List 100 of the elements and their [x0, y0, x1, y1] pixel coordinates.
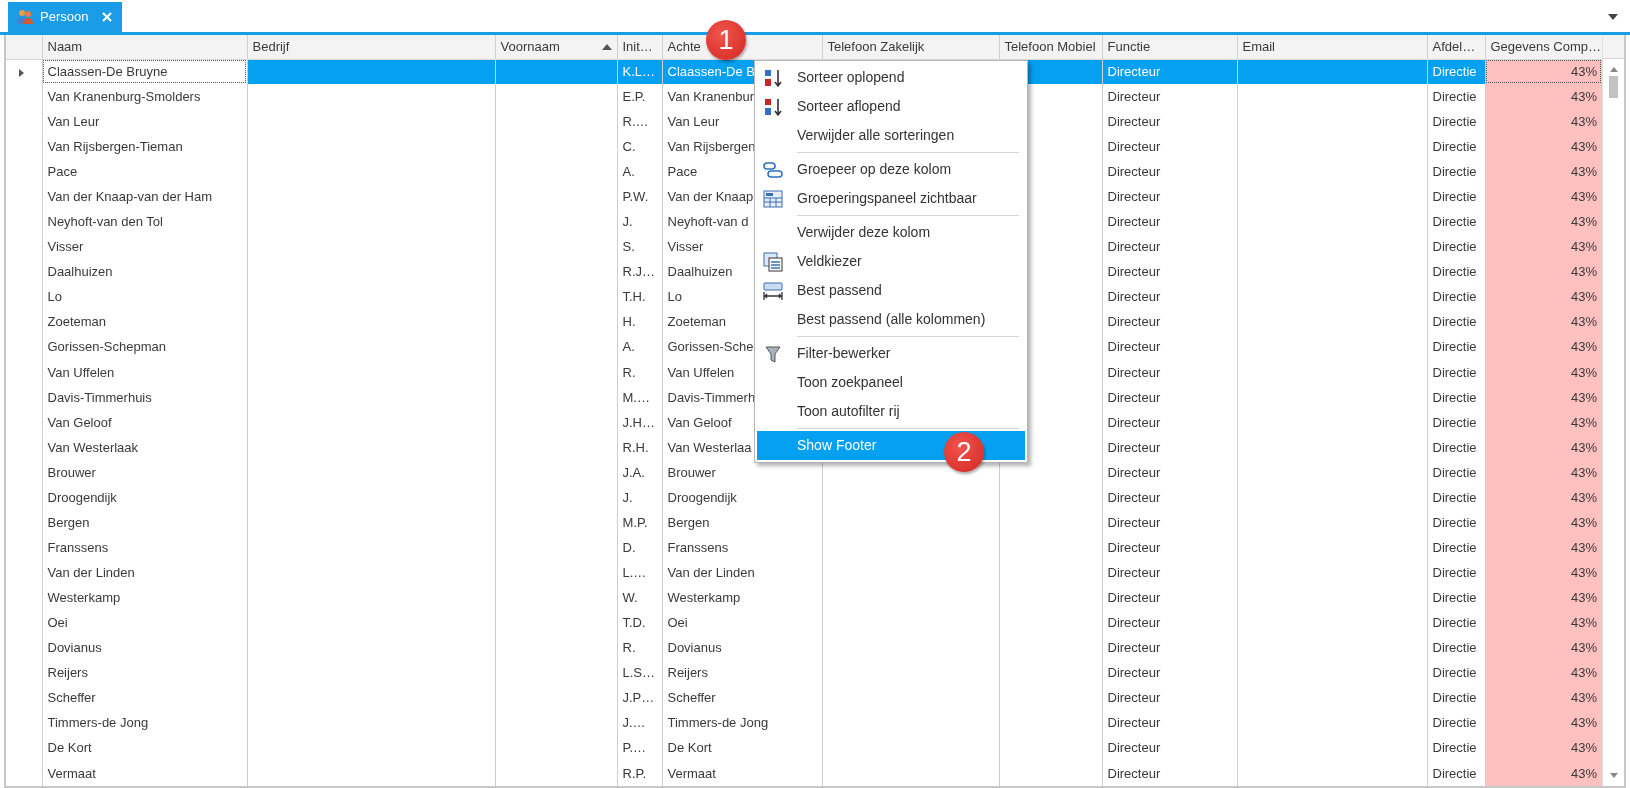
header-corner	[1603, 35, 1624, 59]
table-cell: P.W.	[617, 184, 662, 210]
scroll-down-icon[interactable]	[1609, 773, 1618, 778]
table-cell: 43%	[1485, 359, 1602, 385]
table-cell: 43%	[1485, 560, 1602, 586]
table-cell: Dovianus	[42, 635, 247, 661]
table-cell: R.	[617, 359, 662, 385]
sort-ascending-icon	[763, 67, 783, 88]
table-cell: Westerkamp	[42, 585, 247, 611]
table-cell: J.	[617, 485, 662, 511]
table-cell: Directeur	[1102, 334, 1237, 360]
close-icon[interactable]	[102, 12, 113, 22]
table-cell: De Kort	[662, 735, 822, 761]
table-cell: Directeur	[1102, 735, 1237, 761]
column-header[interactable]: Voornaam	[495, 35, 617, 59]
table-cell: De Kort	[42, 735, 247, 761]
table-cell: Van Geloof	[42, 409, 247, 435]
table-cell: Daalhuizen	[42, 259, 247, 285]
table-cell: Directeur	[1102, 384, 1237, 410]
column-header[interactable]: Gegevens Comp…	[1485, 35, 1602, 59]
table-cell: Visser	[42, 234, 247, 260]
table-cell: Directeur	[1102, 535, 1237, 561]
table-cell: E.P.	[617, 84, 662, 110]
table-cell: Directeur	[1102, 635, 1237, 661]
table-cell: Directeur	[1102, 84, 1237, 110]
column-header[interactable]: Bedrijf	[247, 35, 495, 59]
field-chooser-icon	[763, 251, 783, 272]
scroll-up-icon[interactable]	[1609, 67, 1618, 72]
table-cell: Directeur	[1102, 510, 1237, 536]
table-cell: 43%	[1485, 660, 1602, 686]
table-cell: Brouwer	[42, 460, 247, 486]
table-cell: 43%	[1485, 585, 1602, 611]
table-cell: 43%	[1485, 710, 1602, 736]
column-header[interactable]: Email	[1237, 35, 1427, 59]
table-cell: Vermaat	[662, 760, 822, 786]
table-cell: 43%	[1485, 735, 1602, 761]
table-cell: 43%	[1485, 209, 1602, 235]
table-cell: L.S…	[617, 660, 662, 686]
table-cell: Directeur	[1102, 485, 1237, 511]
filter-icon	[763, 343, 783, 364]
table-cell: 43%	[1485, 760, 1602, 786]
table-cell: Van Uffelen	[42, 359, 247, 385]
table-cell: J.P…	[617, 685, 662, 711]
table-cell: 43%	[1485, 685, 1602, 711]
table-cell: J.A.	[617, 460, 662, 486]
table-cell: Directie	[1427, 59, 1485, 85]
table-cell: S.	[617, 234, 662, 260]
table-cell: H.	[617, 309, 662, 335]
table-cell: 43%	[1485, 485, 1602, 511]
table-cell: A.	[617, 334, 662, 360]
table-cell: 43%	[1485, 535, 1602, 561]
column-header[interactable]: Telefoon Mobiel	[999, 35, 1102, 59]
people-icon	[16, 9, 34, 25]
table-cell: 43%	[1485, 510, 1602, 536]
column-header[interactable]: Afdel…	[1427, 35, 1485, 59]
table-cell: Vermaat	[42, 760, 247, 786]
table-cell: T.H.	[617, 284, 662, 310]
table-cell: C.	[617, 134, 662, 160]
table-cell: 43%	[1485, 610, 1602, 636]
table-cell: Directeur	[1102, 434, 1237, 460]
vertical-scrollbar[interactable]	[1602, 35, 1624, 786]
table-cell: Lo	[42, 284, 247, 310]
column-header[interactable]: Functie	[1102, 35, 1237, 59]
table-cell: 43%	[1485, 159, 1602, 185]
table-cell: Van der Knaap-van der Ham	[42, 184, 247, 210]
table-cell: 43%	[1485, 309, 1602, 335]
table-cell: 43%	[1485, 84, 1602, 110]
group-icon	[763, 159, 783, 180]
table-cell: 43%	[1485, 384, 1602, 410]
table-cell: Directeur	[1102, 560, 1237, 586]
scroll-thumb[interactable]	[1609, 76, 1618, 98]
table-cell: R.H.	[617, 434, 662, 460]
dropdown-arrow-icon[interactable]	[1608, 14, 1618, 20]
table-cell: 43%	[1485, 234, 1602, 260]
table-cell: Scheffer	[662, 685, 822, 711]
table-cell: P.…	[617, 735, 662, 761]
table-cell: Directeur	[1102, 660, 1237, 686]
table-cell: M.P.	[617, 510, 662, 536]
table-cell: D.	[617, 535, 662, 561]
table-cell: Directeur	[1102, 234, 1237, 260]
column-header[interactable]: Telefoon Zakelijk	[822, 35, 999, 59]
table-cell: 43%	[1485, 409, 1602, 435]
table-cell: 43%	[1485, 134, 1602, 160]
table-cell: 43%	[1485, 184, 1602, 210]
table-cell: Franssens	[42, 535, 247, 561]
table-cell: 43%	[1485, 259, 1602, 285]
table-cell: Directeur	[1102, 309, 1237, 335]
table-cell: Claassen-De Bruyne	[42, 59, 247, 85]
table-cell: Directeur	[1102, 760, 1237, 786]
table-cell: R.…	[617, 109, 662, 135]
table-cell: Directeur	[1102, 610, 1237, 636]
table-cell: Directeur	[1102, 184, 1237, 210]
column-header[interactable]: Naam	[42, 35, 247, 59]
table-cell: M.…	[617, 384, 662, 410]
table-cell: 43%	[1485, 460, 1602, 486]
table-cell: R.	[617, 635, 662, 661]
table-cell: Reijers	[42, 660, 247, 686]
column-header[interactable]: Init…	[617, 35, 662, 59]
table-cell: Van der Linden	[662, 560, 822, 586]
table-cell: 43%	[1485, 334, 1602, 360]
